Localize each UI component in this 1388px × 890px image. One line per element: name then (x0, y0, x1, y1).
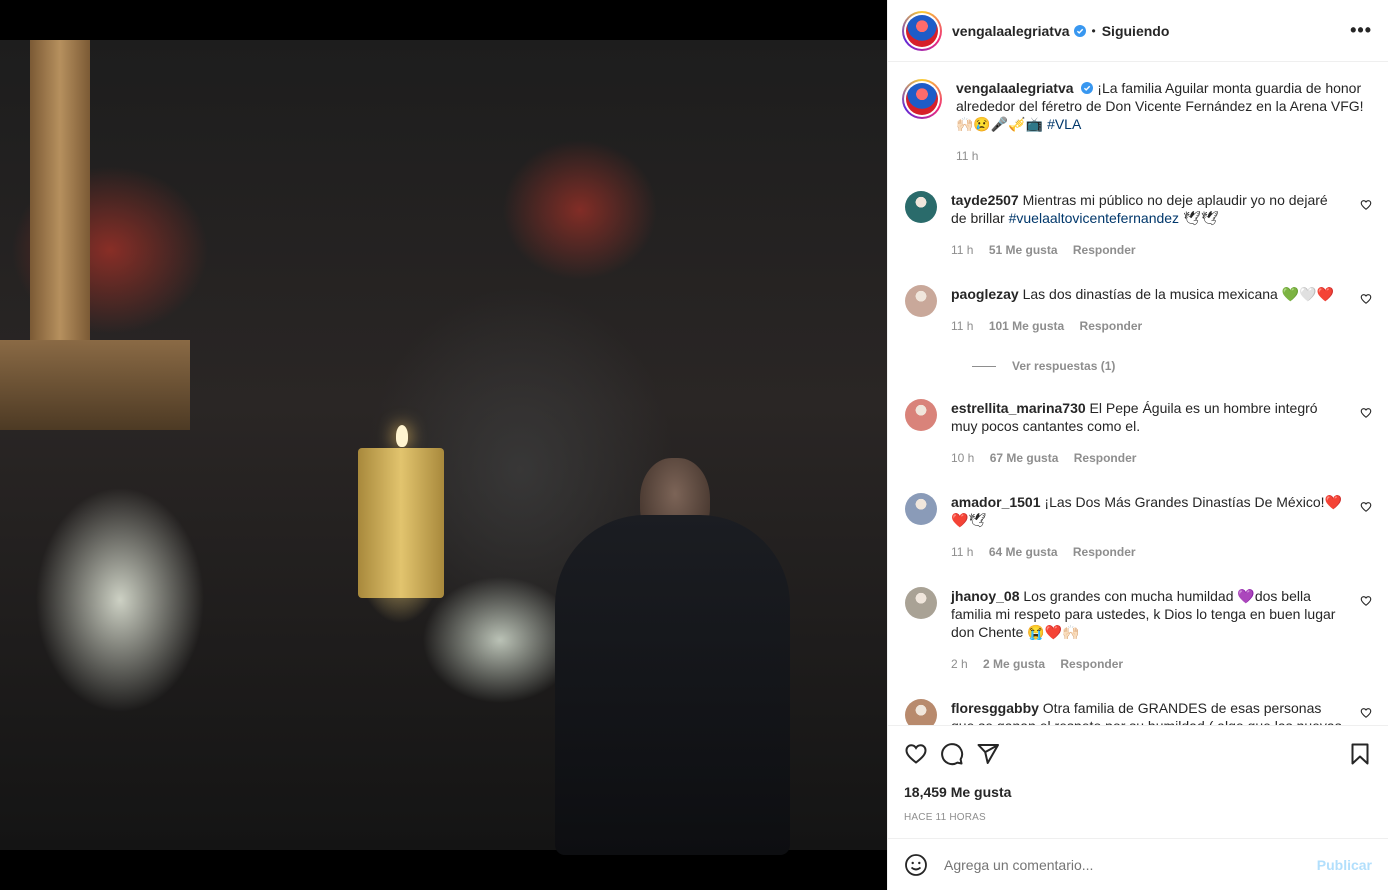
photo-cross-detail (30, 40, 90, 370)
verified-badge-icon (1073, 24, 1086, 37)
comment-emoji: 🕊🕊 (1182, 210, 1219, 226)
like-comment-icon[interactable] (1360, 407, 1372, 419)
post-timestamp[interactable]: HACE 11 HORAS (904, 812, 1372, 823)
verified-badge-icon (1081, 82, 1094, 94)
commenter-username[interactable]: floresggabby (951, 700, 1039, 716)
reply-button[interactable]: Responder (1073, 545, 1136, 559)
share-icon[interactable] (976, 742, 1000, 766)
comment-likes[interactable]: 67 Me gusta (990, 451, 1059, 465)
comment-time[interactable]: 11 h (951, 243, 973, 257)
view-replies-label: Ver respuestas (1) (1012, 359, 1116, 373)
post-caption: vengalaalegriatva ¡La familia Aguilar mo… (902, 79, 1372, 165)
like-comment-icon[interactable] (1360, 199, 1372, 211)
post-sidebar: vengalaalegriatva • Siguiendo ••• vengal… (887, 0, 1388, 890)
comment-text: Las dos dinastías de la musica mexicana … (1022, 286, 1335, 302)
photo-candle-detail (358, 448, 444, 598)
like-comment-icon[interactable] (1360, 501, 1372, 513)
like-comment-icon[interactable] (1360, 293, 1372, 305)
photo-flame-detail (396, 425, 408, 447)
caption-username[interactable]: vengalaalegriatva (956, 80, 1074, 96)
comment-hashtag[interactable]: #vuelaaltovicentefernandez (1009, 210, 1179, 226)
like-comment-icon[interactable] (1360, 595, 1372, 607)
commenter-avatar[interactable] (905, 191, 937, 223)
commenter-avatar[interactable] (905, 699, 937, 725)
add-comment-bar: Publicar (888, 838, 1388, 890)
reply-button[interactable]: Responder (1080, 319, 1143, 333)
like-comment-icon[interactable] (1360, 707, 1372, 719)
reply-button[interactable]: Responder (1073, 243, 1136, 257)
commenter-avatar[interactable] (905, 285, 937, 317)
comment-item: amador_1501 ¡Las Dos Más Grandes Dinastí… (902, 493, 1372, 561)
view-replies-button[interactable]: Ver respuestas (1) (972, 359, 1372, 373)
reply-button[interactable]: Responder (1074, 451, 1137, 465)
account-avatar[interactable] (902, 10, 942, 51)
header-separator: • (1091, 23, 1096, 38)
post-media[interactable] (0, 0, 887, 890)
reply-button[interactable]: Responder (1060, 657, 1123, 671)
comment-likes[interactable]: 101 Me gusta (989, 319, 1064, 333)
comment-item: paoglezay Las dos dinastías de la musica… (902, 285, 1372, 335)
photo-altar-detail (0, 340, 190, 430)
commenter-username[interactable]: tayde2507 (951, 192, 1019, 208)
post-comment-button[interactable]: Publicar (1317, 857, 1372, 873)
commenter-username[interactable]: amador_1501 (951, 494, 1041, 510)
bookmark-icon[interactable] (1348, 742, 1372, 766)
comment-item: estrellita_marina730 El Pepe Águila es u… (902, 399, 1372, 467)
caption-hashtag[interactable]: #VLA (1047, 116, 1081, 132)
commenter-avatar[interactable] (905, 399, 937, 431)
photo-person-detail (555, 515, 790, 855)
comment-time[interactable]: 11 h (951, 319, 973, 333)
comment-input[interactable] (944, 856, 1317, 873)
account-username[interactable]: vengalaalegriatva (952, 23, 1070, 39)
comment-likes[interactable]: 2 Me gusta (983, 657, 1045, 671)
comment-item: tayde2507 Mientras mi público no deje ap… (902, 191, 1372, 259)
commenter-username[interactable]: paoglezay (951, 286, 1019, 302)
comment-icon[interactable] (940, 742, 964, 766)
comments-list[interactable]: vengalaalegriatva ¡La familia Aguilar mo… (888, 63, 1388, 725)
commenter-avatar[interactable] (905, 587, 937, 619)
caption-avatar[interactable] (902, 79, 942, 119)
comment-likes[interactable]: 64 Me gusta (989, 545, 1058, 559)
comment-likes[interactable]: 51 Me gusta (989, 243, 1058, 257)
likes-count[interactable]: 18,459 Me gusta (904, 784, 1372, 800)
comment-item: floresggabby Otra familia de GRANDES de … (902, 699, 1372, 725)
caption-time[interactable]: 11 h (956, 149, 978, 163)
heart-icon[interactable] (904, 742, 928, 766)
post-actions: 18,459 Me gusta HACE 11 HORAS (888, 725, 1388, 837)
thread-line (972, 365, 996, 367)
commenter-username[interactable]: jhanoy_08 (951, 588, 1019, 604)
comment-time[interactable]: 11 h (951, 545, 973, 559)
post-header: vengalaalegriatva • Siguiendo ••• (888, 0, 1388, 62)
commenter-avatar[interactable] (905, 493, 937, 525)
comment-time[interactable]: 2 h (951, 657, 968, 671)
commenter-username[interactable]: estrellita_marina730 (951, 400, 1086, 416)
more-options-icon[interactable]: ••• (1350, 20, 1372, 41)
comment-item: jhanoy_08 Los grandes con mucha humildad… (902, 587, 1372, 673)
post-photo[interactable] (0, 40, 887, 855)
following-button[interactable]: Siguiendo (1102, 23, 1170, 39)
emoji-icon[interactable] (904, 853, 928, 877)
comment-time[interactable]: 10 h (951, 451, 974, 465)
